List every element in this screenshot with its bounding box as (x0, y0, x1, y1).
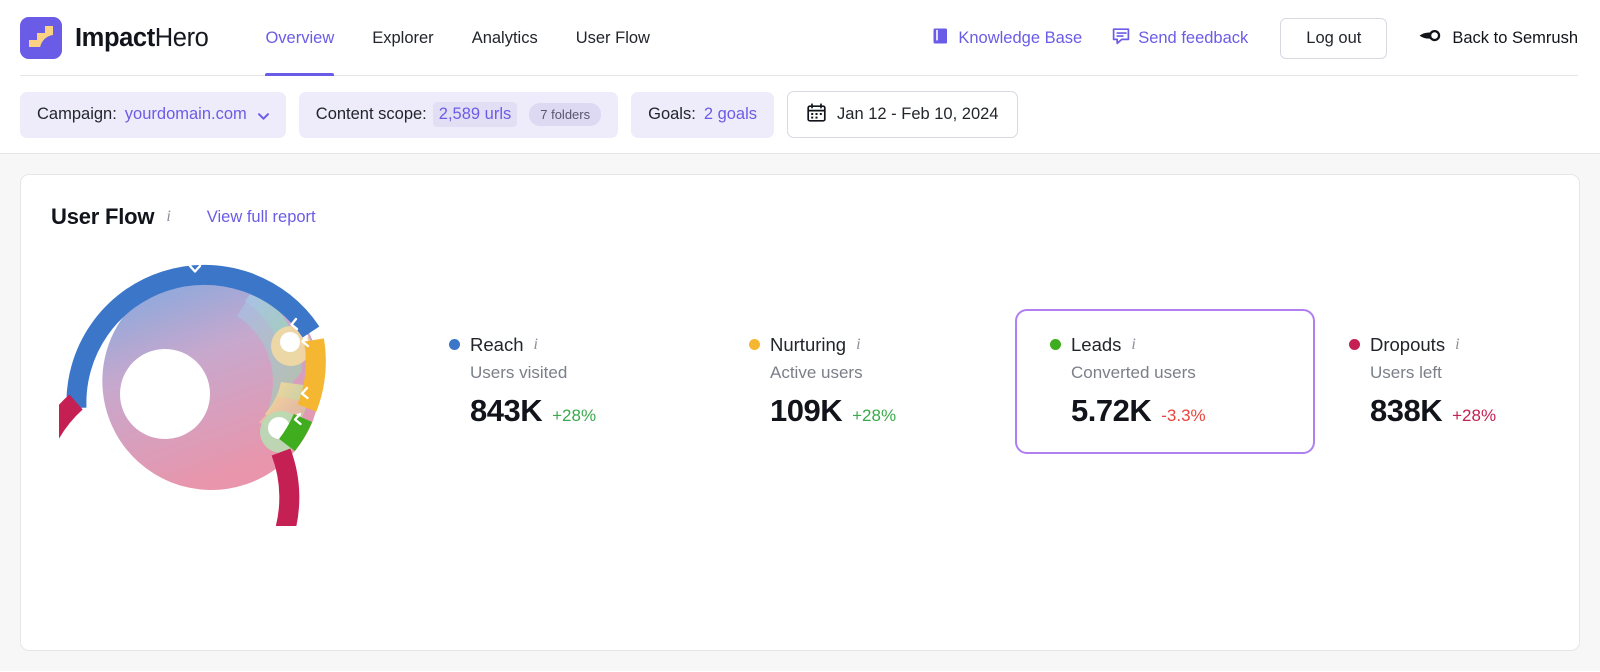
nav-item-overview[interactable]: Overview (265, 0, 334, 76)
app-header: ImpactHero Overview Explorer Analytics U… (0, 0, 1600, 76)
send-feedback-label: Send feedback (1138, 28, 1249, 47)
metric-dropouts[interactable]: Dropouts i Users left 838K +28% (1315, 309, 1600, 454)
book-icon (933, 27, 950, 50)
nav-item-explorer[interactable]: Explorer (372, 0, 433, 76)
metric-dropouts-delta: +28% (1452, 405, 1497, 425)
metric-leads-value: 5.72K (1071, 392, 1152, 428)
back-to-semrush-link[interactable]: Back to Semrush (1419, 28, 1578, 49)
metric-leads[interactable]: Leads i Converted users 5.72K -3.3% (1015, 308, 1315, 454)
metric-reach-value-row: 843K +28% (470, 393, 713, 429)
metric-dropouts-value-row: 838K +28% (1370, 393, 1600, 429)
metric-dropouts-header: Dropouts i (1349, 334, 1600, 356)
metric-nurturing[interactable]: Nurturing i Active users 109K +28% (715, 309, 1015, 454)
date-range-value: Jan 12 - Feb 10, 2024 (837, 105, 999, 123)
main-navigation: Overview Explorer Analytics User Flow (265, 0, 650, 76)
back-to-semrush-label: Back to Semrush (1452, 28, 1578, 47)
brand-name-light: Hero (154, 23, 209, 52)
campaign-filter-label: Campaign: (37, 105, 117, 123)
metric-leads-header: Leads i (1050, 334, 1313, 356)
metric-nurturing-name: Nurturing (770, 333, 847, 355)
info-icon[interactable]: i (166, 209, 170, 225)
speech-bubble-icon (1112, 27, 1130, 50)
info-icon[interactable]: i (1131, 336, 1135, 353)
metric-nurturing-value: 109K (770, 392, 843, 428)
user-flow-visualization: Reach i Users visited 843K +28% Nurturin… (23, 236, 1549, 636)
metric-nurturing-value-row: 109K +28% (770, 393, 1013, 429)
campaign-filter[interactable]: Campaign: yourdomain.com (20, 91, 286, 138)
brand-name: ImpactHero (75, 23, 209, 53)
metric-reach-delta: +28% (552, 405, 597, 425)
user-flow-metrics: Reach i Users visited 843K +28% Nurturin… (415, 281, 1600, 481)
view-full-report-link[interactable]: View full report (207, 208, 316, 227)
calendar-icon (807, 102, 826, 127)
campaign-filter-value: yourdomain.com (124, 105, 247, 123)
header-actions: Knowledge Base Send feedback Log out Bac… (933, 17, 1578, 59)
logout-button[interactable]: Log out (1280, 17, 1388, 59)
user-flow-card-header: User Flow i View full report (51, 204, 1549, 230)
info-icon[interactable]: i (533, 336, 537, 353)
header-divider (20, 75, 1578, 76)
metric-nurturing-subtitle: Active users (770, 362, 863, 382)
content-scope-value: 2,589 urls (432, 102, 518, 127)
metric-reach-name: Reach (470, 333, 524, 355)
info-icon[interactable]: i (1455, 336, 1459, 353)
knowledge-base-link[interactable]: Knowledge Base (933, 27, 1082, 50)
user-flow-card: User Flow i View full report Reach i Use… (20, 174, 1580, 651)
metric-dropouts-color-dot (1349, 339, 1360, 350)
metric-reach-header: Reach i (449, 334, 713, 356)
goals-filter-label: Goals: (648, 105, 696, 123)
metric-reach-value: 843K (470, 392, 543, 428)
metric-dropouts-subtitle: Users left (1370, 362, 1442, 382)
goals-filter-value: 2 goals (703, 105, 758, 123)
metric-leads-delta: -3.3% (1161, 405, 1206, 425)
knowledge-base-label: Knowledge Base (958, 28, 1083, 47)
semrush-comet-icon (1419, 28, 1443, 49)
metric-nurturing-header: Nurturing i (749, 334, 1013, 356)
metric-leads-name: Leads (1071, 333, 1122, 355)
metric-nurturing-delta: +28% (852, 405, 897, 425)
metric-nurturing-color-dot (749, 339, 760, 350)
metric-reach-subtitle: Users visited (470, 362, 568, 382)
brand-logo[interactable]: ImpactHero (20, 17, 209, 59)
metric-reach-color-dot (449, 339, 460, 350)
metric-leads-value-row: 5.72K -3.3% (1071, 393, 1313, 429)
folders-badge: 7 folders (529, 103, 602, 126)
content-scope-filter[interactable]: Content scope: 2,589 urls 7 folders (298, 91, 619, 138)
impact-hero-logo-icon (20, 17, 62, 59)
info-icon[interactable]: i (856, 336, 860, 353)
metric-dropouts-name: Dropouts (1370, 333, 1446, 355)
metric-dropouts-value: 838K (1370, 392, 1443, 428)
metric-reach[interactable]: Reach i Users visited 843K +28% (415, 309, 715, 454)
page-title: User Flow (51, 204, 155, 229)
content-scope-label: Content scope: (315, 105, 427, 123)
page-content: User Flow i View full report Reach i Use… (0, 154, 1600, 671)
goals-filter[interactable]: Goals: 2 goals (631, 91, 775, 138)
nav-item-user-flow[interactable]: User Flow (576, 0, 650, 76)
brand-name-strong: Impact (75, 23, 155, 52)
send-feedback-link[interactable]: Send feedback (1112, 27, 1248, 50)
metric-leads-subtitle: Converted users (1071, 362, 1196, 382)
chevron-down-icon (257, 109, 269, 121)
metric-leads-color-dot (1050, 339, 1061, 350)
date-range-picker[interactable]: Jan 12 - Feb 10, 2024 (787, 91, 1019, 138)
user-flow-donut-chart[interactable] (23, 236, 349, 636)
filter-bar: Campaign: yourdomain.com Content scope: … (0, 76, 1600, 154)
nav-item-analytics[interactable]: Analytics (472, 0, 538, 76)
